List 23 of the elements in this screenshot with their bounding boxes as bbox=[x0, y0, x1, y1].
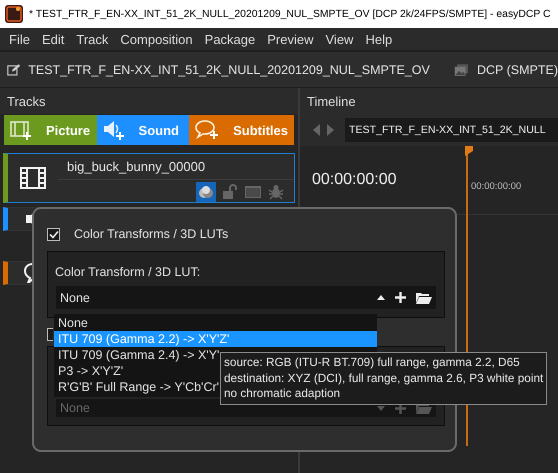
panel-title: Tracks bbox=[7, 94, 46, 108]
lut-dropdown[interactable]: None bbox=[56, 286, 436, 309]
track-name: big_buck_bunny_00000 bbox=[67, 159, 206, 174]
menu-item[interactable]: File bbox=[3, 32, 36, 46]
menu-item[interactable]: Package bbox=[198, 32, 262, 46]
checkbox-label: Color Transforms / 3D LUTs bbox=[74, 227, 228, 241]
composition-field[interactable]: TEST_FTR_F_EN-XX_INT_51_2K_NULL bbox=[345, 118, 558, 142]
composition-name: TEST_FTR_F_EN-XX_INT_51_2K_NULL_20201209_NUL_SMPTE_OV bbox=[28, 62, 430, 76]
field-label: Color Transform / 3D LUT: bbox=[55, 265, 200, 279]
panel-title: Timeline bbox=[307, 94, 356, 108]
dropdown-option[interactable]: None bbox=[54, 315, 377, 331]
menu-item[interactable]: Composition bbox=[114, 32, 199, 46]
timecode: 00:00:00:00 bbox=[312, 171, 397, 189]
menu-item[interactable]: Track bbox=[70, 32, 114, 46]
menu-item[interactable]: Edit bbox=[36, 32, 70, 46]
track-row[interactable]: big_buck_bunny_00000 bbox=[3, 153, 295, 203]
ruler-time: 00:00:00:00 bbox=[471, 180, 522, 192]
tooltip: source: RGB (ITU-R BT.709) full range, gamma 2.2, D65 destination: XYZ (DCI), full range, gamma 2.6, P3 white point no chromatic adaption bbox=[220, 352, 547, 404]
package-type: DCP (SMPTE) bbox=[476, 62, 558, 76]
window-title: * TEST_FTR_F_EN-XX_INT_51_2K_NULL_20201209_NUL_SMPTE_OV [DCP 2k/24FPS/SMPTE] - easyDCP C bbox=[29, 8, 550, 20]
menu-item[interactable]: Preview bbox=[261, 32, 320, 46]
menu-item[interactable]: View bbox=[320, 32, 360, 46]
menu-item[interactable]: Help bbox=[359, 32, 398, 46]
